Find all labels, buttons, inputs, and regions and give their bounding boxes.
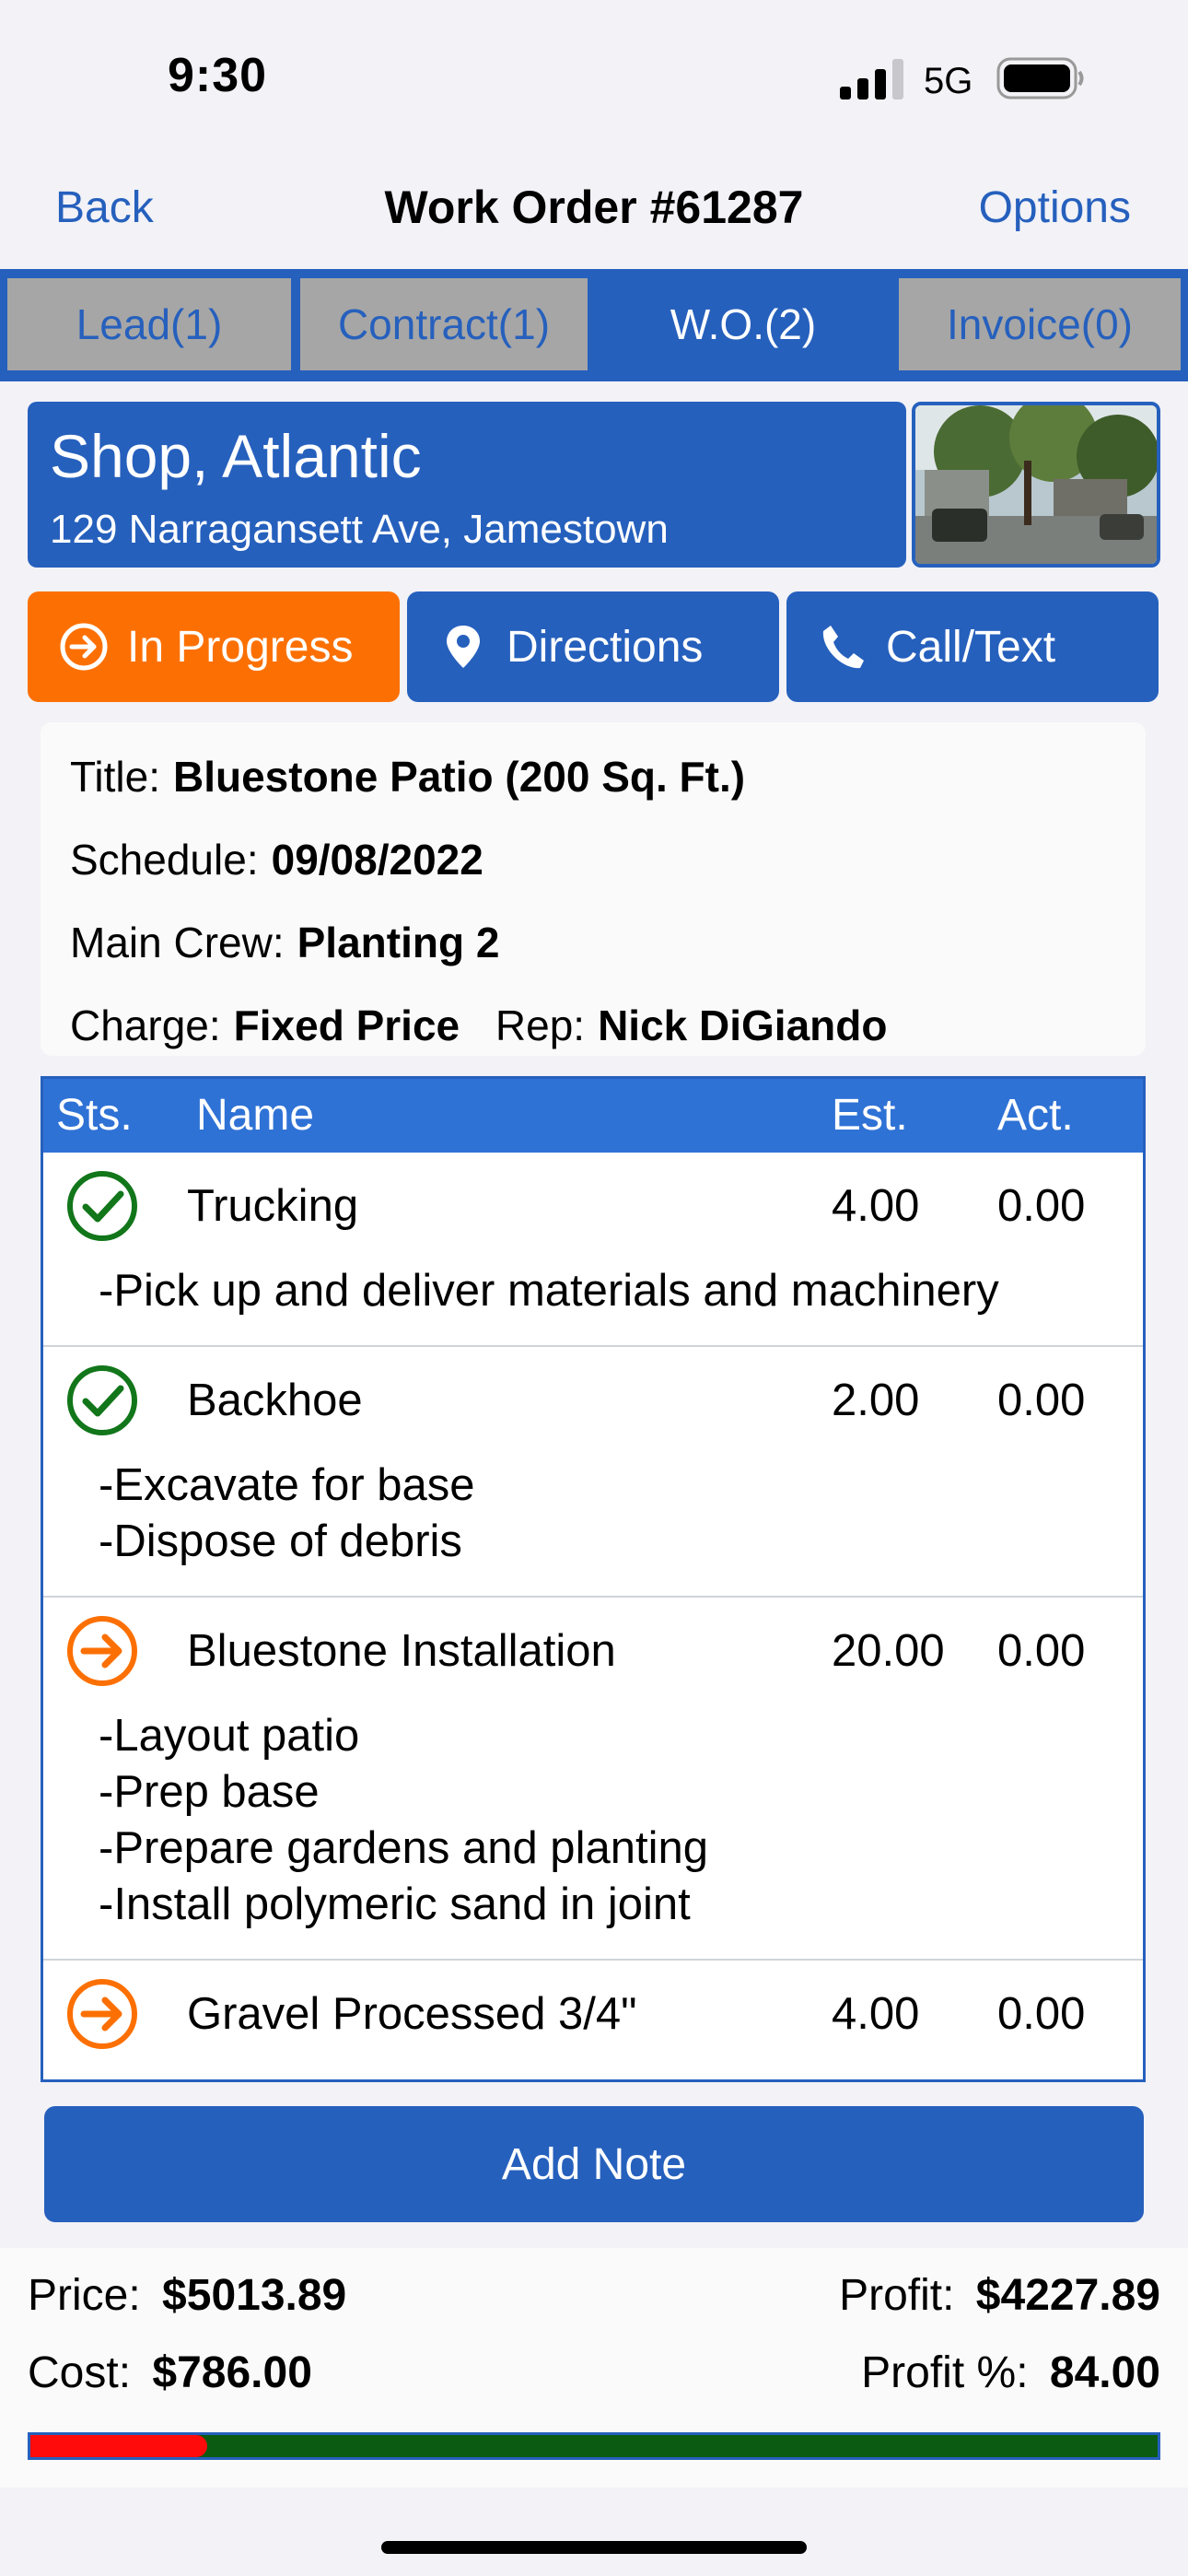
work-order-details: Title: Bluestone Patio (200 Sq. Ft.) Sche…: [41, 722, 1146, 1056]
task-note-line: -Prep base: [99, 1767, 320, 1817]
title-label: Title:: [70, 753, 160, 801]
check-circle-icon[interactable]: [65, 1364, 139, 1437]
network-type: 5G: [924, 61, 973, 101]
profit-value: $4227.89: [975, 2271, 1160, 2320]
task-note-line: -Layout patio: [99, 1711, 360, 1761]
task-notes: -(yd) Gravel 3/4 inch: [99, 2071, 507, 2079]
directions-button[interactable]: Directions: [407, 591, 779, 702]
schedule-row: Schedule: 09/08/2022: [70, 835, 483, 884]
task-note-line: -Pick up and deliver materials and machi…: [99, 1266, 999, 1316]
tab-invoice[interactable]: Invoice(0): [897, 276, 1182, 372]
table-row[interactable]: Gravel Processed 3/4" 4.00 0.00 -(yd) Grave…: [43, 1961, 1143, 2079]
price-row: Price: $5013.89: [28, 2270, 346, 2321]
cost-row: Cost: $786.00: [28, 2348, 312, 2398]
table-row[interactable]: Backhoe 2.00 0.00 -Excavate for base -Dispos…: [43, 1347, 1143, 1598]
header-act: Act.: [997, 1091, 1074, 1140]
task-actual: 0.00: [997, 1376, 1086, 1425]
title-value: Bluestone Patio (200 Sq. Ft.): [172, 753, 746, 801]
task-estimate: 20.00: [832, 1626, 945, 1676]
cost-bar-fill: [30, 2435, 208, 2457]
task-note-line: -(yd) Gravel 3/4 inch: [99, 2071, 507, 2079]
profit-percent-value: 84.00: [1049, 2348, 1160, 2397]
task-notes: -Excavate for base -Dispose of debris: [99, 1458, 475, 1570]
tab-lead[interactable]: Lead(1): [6, 276, 293, 372]
arrow-circle-right-icon[interactable]: [65, 1977, 139, 2051]
table-header: Sts. Name Est. Act.: [43, 1079, 1143, 1153]
house-street-photo-icon: [915, 405, 1157, 564]
title-row: Title: Bluestone Patio (200 Sq. Ft.): [70, 752, 745, 802]
cellular-signal-icon: [840, 59, 903, 100]
task-estimate: 2.00: [832, 1376, 920, 1425]
charge-value: Fixed Price: [233, 1001, 460, 1049]
phone-icon: [822, 626, 864, 669]
header-status: Sts.: [56, 1091, 133, 1140]
home-indicator[interactable]: [381, 2541, 807, 2554]
table-row[interactable]: Trucking 4.00 0.00 -Pick up and deliver mat…: [43, 1153, 1143, 1347]
arrow-circle-right-icon[interactable]: [65, 1614, 139, 1688]
task-notes: -Pick up and deliver materials and machi…: [99, 1263, 999, 1319]
profit-label: Profit:: [839, 2271, 955, 2320]
customer-address: 129 Narragansett Ave, Jamestown: [50, 507, 669, 552]
task-estimate: 4.00: [832, 1989, 920, 2039]
tab-contract[interactable]: Contract(1): [298, 276, 589, 372]
in-progress-label: In Progress: [127, 622, 354, 672]
customer-name: Shop, Atlantic: [50, 422, 422, 490]
header-est: Est.: [832, 1091, 908, 1140]
crew-label: Main Crew:: [70, 919, 285, 966]
schedule-value: 09/08/2022: [271, 836, 483, 884]
task-table[interactable]: Sts. Name Est. Act. Trucking 4.00 0.00 -Pic…: [41, 1076, 1146, 2082]
property-photo[interactable]: [912, 402, 1160, 568]
price-value: $5013.89: [162, 2271, 347, 2320]
profit-percent-label: Profit %:: [861, 2348, 1029, 2397]
call-text-button[interactable]: Call/Text: [786, 591, 1159, 702]
task-actual: 0.00: [997, 1989, 1086, 2039]
charge-label: Charge:: [70, 1001, 221, 1049]
header-name: Name: [196, 1091, 315, 1140]
tab-work-order[interactable]: W.O.(2): [595, 276, 891, 372]
map-pin-icon: [447, 626, 480, 668]
arrow-circle-right-icon: [60, 623, 108, 671]
task-name: Backhoe: [187, 1376, 363, 1425]
task-name: Trucking: [187, 1181, 359, 1231]
task-name: Bluestone Installation: [187, 1626, 616, 1676]
status-time: 9:30: [168, 49, 268, 102]
task-notes: -Layout patio -Prep base -Prepare gardens …: [99, 1708, 708, 1933]
battery-icon: [996, 57, 1084, 100]
customer-header[interactable]: Shop, Atlantic 129 Narragansett Ave, Jam…: [28, 402, 906, 568]
task-actual: 0.00: [997, 1626, 1086, 1676]
task-actual: 0.00: [997, 1181, 1086, 1231]
task-note-line: -Excavate for base: [99, 1460, 475, 1510]
charge-row: Charge: Fixed Price Rep: Nick DiGiando: [70, 1001, 887, 1050]
rep-label: Rep:: [495, 1001, 586, 1049]
schedule-label: Schedule:: [70, 836, 259, 884]
task-note-line: -Install polymeric sand in joint: [99, 1879, 691, 1929]
task-note-line: -Prepare gardens and planting: [99, 1823, 708, 1873]
task-note-line: -Dispose of debris: [99, 1516, 462, 1566]
price-label: Price:: [28, 2271, 141, 2320]
directions-label: Directions: [507, 622, 704, 672]
check-circle-icon[interactable]: [65, 1169, 139, 1243]
crew-row: Main Crew: Planting 2: [70, 918, 499, 967]
crew-value: Planting 2: [297, 919, 500, 966]
cost-profit-bar: [28, 2432, 1160, 2460]
add-note-button[interactable]: Add Note: [44, 2106, 1144, 2222]
tab-bar: Lead(1) Contract(1) W.O.(2) Invoice(0): [0, 269, 1188, 381]
task-estimate: 4.00: [832, 1181, 920, 1231]
rep-value: Nick DiGiando: [598, 1001, 888, 1049]
options-button[interactable]: Options: [979, 182, 1131, 233]
table-row[interactable]: Bluestone Installation 20.00 0.00 -Layout p…: [43, 1598, 1143, 1961]
in-progress-button[interactable]: In Progress: [28, 591, 400, 702]
call-text-label: Call/Text: [886, 622, 1056, 672]
cost-label: Cost:: [28, 2348, 132, 2397]
cost-value: $786.00: [152, 2348, 312, 2397]
profit-row: Profit: $4227.89: [839, 2270, 1160, 2321]
profit-percent-row: Profit %: 84.00: [861, 2348, 1160, 2398]
task-name: Gravel Processed 3/4": [187, 1989, 637, 2039]
